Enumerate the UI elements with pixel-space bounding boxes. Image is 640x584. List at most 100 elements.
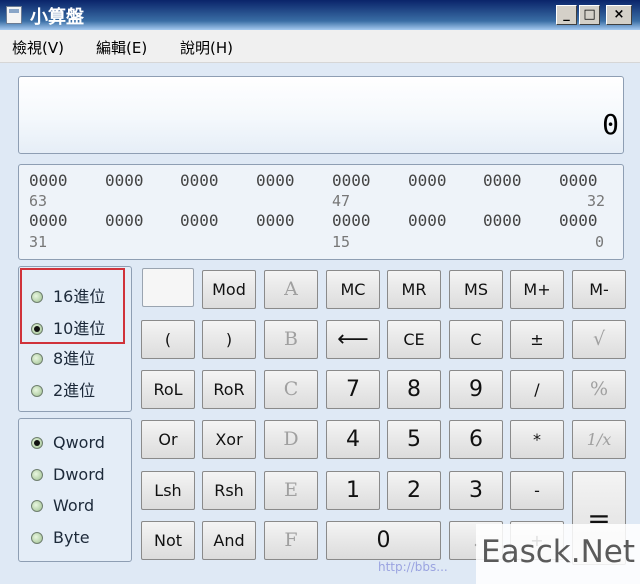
radio-button-icon [31, 437, 43, 449]
digit-0-button[interactable]: 0 [326, 521, 441, 560]
clear-button[interactable]: C [449, 320, 503, 359]
digit-6-button[interactable]: 6 [449, 420, 503, 459]
bit-group: 0000 [105, 171, 144, 190]
radio-button-icon [31, 500, 43, 512]
digit-5-button[interactable]: 5 [387, 420, 441, 459]
bit-group: 0000 [408, 211, 447, 230]
title-bar: 小算盤 _ □ × [0, 0, 640, 30]
watermark-url: http://bbs... [378, 560, 448, 574]
hex-c-button[interactable]: C [264, 370, 318, 409]
watermark: Easck.Net [476, 524, 640, 584]
digit-3-button[interactable]: 3 [449, 471, 503, 510]
sqrt-button[interactable]: √ [572, 320, 626, 359]
blank-key [142, 268, 194, 307]
bit-group: 0000 [29, 211, 68, 230]
or-button[interactable]: Or [141, 420, 195, 459]
radio-label: 2進位 [53, 381, 96, 400]
close-paren-button[interactable]: ) [202, 320, 256, 359]
menu-edit[interactable]: 編輯(E) [96, 37, 147, 58]
bit-group: 0000 [483, 211, 522, 230]
display-value: 0 [602, 108, 619, 141]
bit-group: 0000 [180, 211, 219, 230]
result-display: 0 [18, 76, 624, 154]
bit-group: 0000 [29, 171, 68, 190]
negate-button[interactable]: ± [510, 320, 564, 359]
digit-8-button[interactable]: 8 [387, 370, 441, 409]
reciprocal-button[interactable]: 1/x [572, 420, 626, 459]
calculator-app-icon [6, 6, 22, 24]
bit-index: 31 [29, 233, 48, 251]
not-button[interactable]: Not [141, 521, 195, 560]
multiply-button[interactable]: * [510, 420, 564, 459]
bit-group: 0000 [332, 211, 371, 230]
radio-button-icon [31, 532, 43, 544]
memory-recall-button[interactable]: MR [387, 270, 441, 309]
percent-button[interactable]: % [572, 370, 626, 409]
bit-group: 0000 [483, 171, 522, 190]
digit-4-button[interactable]: 4 [326, 420, 380, 459]
bit-group: 0000 [332, 171, 371, 190]
memory-subtract-button[interactable]: M- [572, 270, 626, 309]
memory-clear-button[interactable]: MC [326, 270, 380, 309]
bit-index: 47 [332, 192, 351, 210]
right-shift-button[interactable]: Rsh [202, 471, 256, 510]
word-size-group: Qword Dword Word Byte [18, 418, 132, 562]
radio-label: Dword [53, 465, 105, 484]
rotate-left-button[interactable]: RoL [141, 370, 195, 409]
radio-byte[interactable]: Byte [31, 528, 90, 547]
window-title: 小算盤 [30, 7, 84, 28]
hex-f-button[interactable]: F [264, 521, 318, 560]
bit-index: 32 [587, 192, 606, 210]
bit-group: 0000 [256, 171, 295, 190]
memory-add-button[interactable]: M+ [510, 270, 564, 309]
minimize-button[interactable]: _ [556, 5, 577, 25]
radio-qword[interactable]: Qword [31, 433, 105, 452]
highlight-box [20, 268, 125, 344]
close-button[interactable]: × [606, 5, 632, 25]
radio-label: Qword [53, 433, 105, 452]
bit-index: 0 [595, 233, 605, 251]
bit-display: 0000 0000 0000 0000 0000 0000 0000 0000 … [18, 164, 624, 260]
clear-entry-button[interactable]: CE [387, 320, 441, 359]
bit-group: 0000 [105, 211, 144, 230]
radio-dword[interactable]: Dword [31, 465, 105, 484]
digit-2-button[interactable]: 2 [387, 471, 441, 510]
subtract-button[interactable]: - [510, 471, 564, 510]
xor-button[interactable]: Xor [202, 420, 256, 459]
maximize-button[interactable]: □ [579, 5, 600, 25]
hex-e-button[interactable]: E [264, 471, 318, 510]
hex-b-button[interactable]: B [264, 320, 318, 359]
digit-9-button[interactable]: 9 [449, 370, 503, 409]
open-paren-button[interactable]: ( [141, 320, 195, 359]
rotate-right-button[interactable]: RoR [202, 370, 256, 409]
bit-group: 0000 [256, 211, 295, 230]
bit-group: 0000 [559, 171, 598, 190]
radio-label: Word [53, 496, 95, 515]
menu-view[interactable]: 檢視(V) [12, 37, 64, 58]
and-button[interactable]: And [202, 521, 256, 560]
hex-d-button[interactable]: D [264, 420, 318, 459]
radio-button-icon [31, 469, 43, 481]
bit-index: 63 [29, 192, 48, 210]
left-shift-button[interactable]: Lsh [141, 471, 195, 510]
radio-label: Byte [53, 528, 90, 547]
menu-bar: 檢視(V) 編輯(E) 說明(H) [0, 30, 640, 63]
bit-index: 15 [332, 233, 351, 251]
divide-button[interactable]: / [510, 370, 564, 409]
bit-group: 0000 [408, 171, 447, 190]
radio-bin[interactable]: 2進位 [31, 377, 95, 401]
mod-button[interactable]: Mod [202, 270, 256, 309]
radio-label: 8進位 [53, 349, 96, 368]
radio-word[interactable]: Word [31, 496, 94, 515]
radio-button-icon [31, 385, 43, 397]
bit-group: 0000 [559, 211, 598, 230]
radio-button-icon [31, 353, 43, 365]
backspace-button[interactable]: ⟵ [326, 320, 380, 359]
digit-7-button[interactable]: 7 [326, 370, 380, 409]
memory-store-button[interactable]: MS [449, 270, 503, 309]
menu-help[interactable]: 說明(H) [180, 37, 233, 58]
digit-1-button[interactable]: 1 [326, 471, 380, 510]
bit-group: 0000 [180, 171, 219, 190]
radio-oct[interactable]: 8進位 [31, 345, 95, 369]
hex-a-button[interactable]: A [264, 270, 318, 309]
